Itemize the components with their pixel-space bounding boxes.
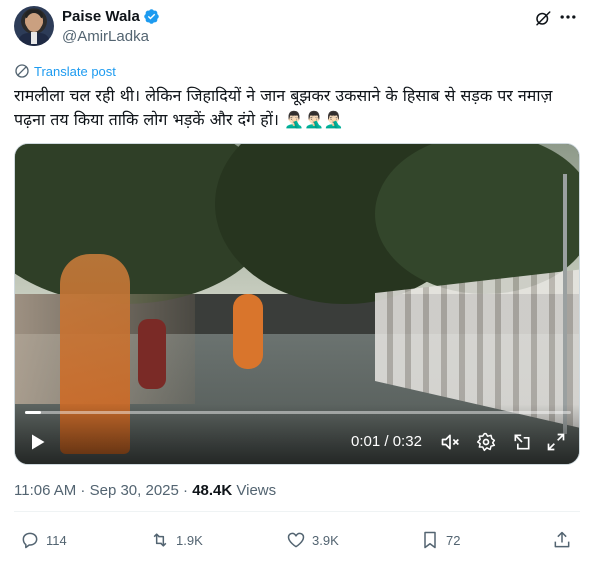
bookmark-button[interactable]: 72 xyxy=(420,530,460,550)
share-icon xyxy=(554,531,570,548)
author-avatar[interactable] xyxy=(14,6,54,46)
video-time-separator: / xyxy=(380,433,393,450)
post-date[interactable]: Sep 30, 2025 xyxy=(90,482,179,499)
settings-gear-icon[interactable] xyxy=(476,432,496,452)
video-progress-fill xyxy=(25,411,42,414)
post-header: Paise Wala @AmirLadka xyxy=(14,6,580,48)
author-name-row: Paise Wala xyxy=(62,8,160,25)
bookmark-icon xyxy=(424,531,436,549)
post-text: रामलीला चल रही थी। लेकिन जिहादियों ने जा… xyxy=(14,86,553,129)
action-bar: 114 1.9K 3.9K 72 xyxy=(14,530,580,552)
play-icon[interactable] xyxy=(27,432,47,452)
share-button[interactable] xyxy=(552,530,578,550)
repost-count: 1.9K xyxy=(176,532,203,548)
grok-icon[interactable] xyxy=(534,9,552,27)
video-current-time: 0:01 xyxy=(351,433,381,450)
meta-dot: · xyxy=(178,482,193,499)
video-time: 0:01 / 0:32 xyxy=(351,433,422,450)
video-duration: 0:32 xyxy=(392,433,422,450)
verified-badge-icon xyxy=(144,9,159,24)
like-button[interactable]: 3.9K xyxy=(286,530,339,550)
like-count: 3.9K xyxy=(312,532,339,548)
meta-dot: · xyxy=(76,482,90,499)
translate-icon xyxy=(15,64,29,78)
more-icon[interactable] xyxy=(558,7,578,27)
views-label: Views xyxy=(232,482,277,499)
fullscreen-icon[interactable] xyxy=(546,432,566,452)
post-time[interactable]: 11:06 AM xyxy=(14,482,76,499)
repost-icon xyxy=(153,533,167,547)
views-count: 48.4K xyxy=(192,482,233,499)
bookmark-count: 72 xyxy=(446,532,461,548)
heart-icon xyxy=(287,532,305,548)
translate-post-link[interactable]: Translate post xyxy=(14,63,116,79)
repost-button[interactable]: 1.9K xyxy=(150,530,203,550)
reply-icon xyxy=(22,532,38,549)
video-player[interactable]: 0:01 / 0:32 xyxy=(14,143,580,465)
post-meta: 11:06 AM · Sep 30, 2025 · 48.4K Views xyxy=(14,482,276,499)
translate-label: Translate post xyxy=(34,63,116,79)
reply-button[interactable]: 114 xyxy=(20,530,67,550)
author-handle[interactable]: @AmirLadka xyxy=(62,28,149,45)
mute-icon[interactable] xyxy=(440,432,460,452)
divider xyxy=(14,511,580,512)
author-display-name[interactable]: Paise Wala xyxy=(62,8,140,25)
reply-count: 114 xyxy=(46,532,67,548)
pop-out-icon[interactable] xyxy=(512,432,532,452)
video-progress-bar[interactable] xyxy=(25,411,571,414)
